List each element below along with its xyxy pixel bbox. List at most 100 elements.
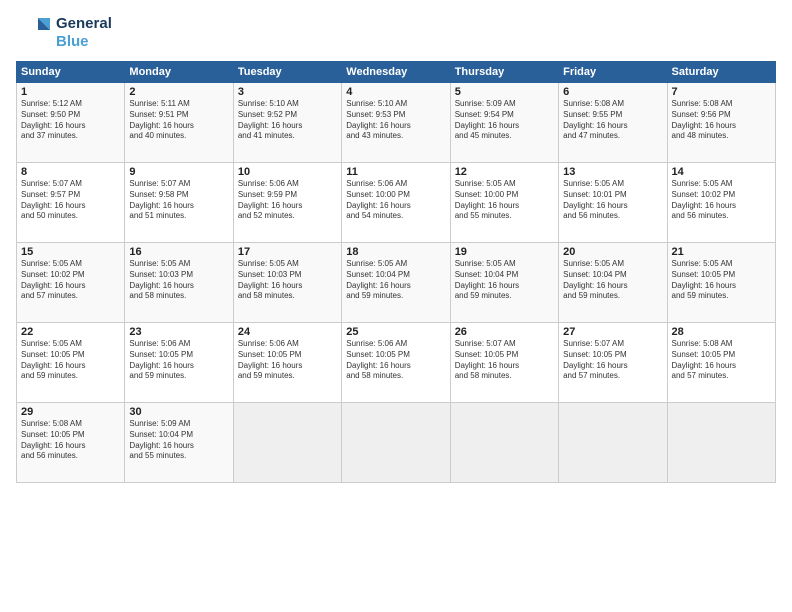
day-cell: 18Sunrise: 5:05 AM Sunset: 10:04 PM Dayl… [342, 243, 450, 323]
weekday-header-saturday: Saturday [667, 62, 775, 83]
day-cell: 28Sunrise: 5:08 AM Sunset: 10:05 PM Dayl… [667, 323, 775, 403]
day-number: 4 [346, 86, 445, 98]
day-info: Sunrise: 5:05 AM Sunset: 10:03 PM Daylig… [129, 259, 228, 302]
day-number: 29 [21, 406, 120, 418]
day-cell: 8Sunrise: 5:07 AM Sunset: 9:57 PM Daylig… [17, 163, 125, 243]
weekday-header-monday: Monday [125, 62, 233, 83]
day-cell: 20Sunrise: 5:05 AM Sunset: 10:04 PM Dayl… [559, 243, 667, 323]
day-cell: 12Sunrise: 5:05 AM Sunset: 10:00 PM Dayl… [450, 163, 558, 243]
header: General Blue [16, 12, 776, 53]
day-info: Sunrise: 5:10 AM Sunset: 9:53 PM Dayligh… [346, 99, 445, 142]
week-row-4: 22Sunrise: 5:05 AM Sunset: 10:05 PM Dayl… [17, 323, 776, 403]
week-row-2: 8Sunrise: 5:07 AM Sunset: 9:57 PM Daylig… [17, 163, 776, 243]
day-info: Sunrise: 5:05 AM Sunset: 10:05 PM Daylig… [672, 259, 771, 302]
weekday-header-wednesday: Wednesday [342, 62, 450, 83]
day-cell: 22Sunrise: 5:05 AM Sunset: 10:05 PM Dayl… [17, 323, 125, 403]
weekday-header-tuesday: Tuesday [233, 62, 341, 83]
day-info: Sunrise: 5:08 AM Sunset: 9:56 PM Dayligh… [672, 99, 771, 142]
day-number: 21 [672, 246, 771, 258]
day-info: Sunrise: 5:08 AM Sunset: 9:55 PM Dayligh… [563, 99, 662, 142]
weekday-header-sunday: Sunday [17, 62, 125, 83]
day-info: Sunrise: 5:05 AM Sunset: 10:03 PM Daylig… [238, 259, 337, 302]
day-cell [233, 403, 341, 483]
day-info: Sunrise: 5:08 AM Sunset: 10:05 PM Daylig… [672, 339, 771, 382]
day-info: Sunrise: 5:06 AM Sunset: 10:05 PM Daylig… [129, 339, 228, 382]
day-info: Sunrise: 5:05 AM Sunset: 10:04 PM Daylig… [455, 259, 554, 302]
day-number: 1 [21, 86, 120, 98]
day-cell: 7Sunrise: 5:08 AM Sunset: 9:56 PM Daylig… [667, 83, 775, 163]
weekday-header-thursday: Thursday [450, 62, 558, 83]
day-info: Sunrise: 5:09 AM Sunset: 10:04 PM Daylig… [129, 419, 228, 462]
day-number: 11 [346, 166, 445, 178]
day-cell: 10Sunrise: 5:06 AM Sunset: 9:59 PM Dayli… [233, 163, 341, 243]
day-number: 15 [21, 246, 120, 258]
day-number: 25 [346, 326, 445, 338]
week-row-3: 15Sunrise: 5:05 AM Sunset: 10:02 PM Dayl… [17, 243, 776, 323]
day-cell: 29Sunrise: 5:08 AM Sunset: 10:05 PM Dayl… [17, 403, 125, 483]
day-cell: 3Sunrise: 5:10 AM Sunset: 9:52 PM Daylig… [233, 83, 341, 163]
day-cell: 14Sunrise: 5:05 AM Sunset: 10:02 PM Dayl… [667, 163, 775, 243]
day-info: Sunrise: 5:07 AM Sunset: 9:58 PM Dayligh… [129, 179, 228, 222]
day-info: Sunrise: 5:07 AM Sunset: 9:57 PM Dayligh… [21, 179, 120, 222]
day-number: 14 [672, 166, 771, 178]
day-cell: 6Sunrise: 5:08 AM Sunset: 9:55 PM Daylig… [559, 83, 667, 163]
logo-name-top: General [56, 15, 112, 33]
day-number: 19 [455, 246, 554, 258]
day-info: Sunrise: 5:05 AM Sunset: 10:02 PM Daylig… [21, 259, 120, 302]
day-number: 3 [238, 86, 337, 98]
day-info: Sunrise: 5:12 AM Sunset: 9:50 PM Dayligh… [21, 99, 120, 142]
day-number: 8 [21, 166, 120, 178]
day-cell: 16Sunrise: 5:05 AM Sunset: 10:03 PM Dayl… [125, 243, 233, 323]
day-number: 27 [563, 326, 662, 338]
day-number: 18 [346, 246, 445, 258]
weekday-header-friday: Friday [559, 62, 667, 83]
day-info: Sunrise: 5:05 AM Sunset: 10:00 PM Daylig… [455, 179, 554, 222]
day-info: Sunrise: 5:10 AM Sunset: 9:52 PM Dayligh… [238, 99, 337, 142]
day-number: 5 [455, 86, 554, 98]
day-number: 30 [129, 406, 228, 418]
day-info: Sunrise: 5:05 AM Sunset: 10:04 PM Daylig… [346, 259, 445, 302]
day-number: 16 [129, 246, 228, 258]
day-info: Sunrise: 5:06 AM Sunset: 10:05 PM Daylig… [346, 339, 445, 382]
day-cell: 26Sunrise: 5:07 AM Sunset: 10:05 PM Dayl… [450, 323, 558, 403]
day-info: Sunrise: 5:05 AM Sunset: 10:04 PM Daylig… [563, 259, 662, 302]
day-number: 24 [238, 326, 337, 338]
day-info: Sunrise: 5:05 AM Sunset: 10:02 PM Daylig… [672, 179, 771, 222]
day-number: 26 [455, 326, 554, 338]
logo: General Blue [16, 12, 112, 53]
day-info: Sunrise: 5:06 AM Sunset: 9:59 PM Dayligh… [238, 179, 337, 222]
day-info: Sunrise: 5:09 AM Sunset: 9:54 PM Dayligh… [455, 99, 554, 142]
day-cell: 5Sunrise: 5:09 AM Sunset: 9:54 PM Daylig… [450, 83, 558, 163]
day-number: 13 [563, 166, 662, 178]
day-cell [342, 403, 450, 483]
day-info: Sunrise: 5:05 AM Sunset: 10:01 PM Daylig… [563, 179, 662, 222]
day-info: Sunrise: 5:11 AM Sunset: 9:51 PM Dayligh… [129, 99, 228, 142]
day-cell [559, 403, 667, 483]
weekday-header-row: SundayMondayTuesdayWednesdayThursdayFrid… [17, 62, 776, 83]
day-number: 6 [563, 86, 662, 98]
day-cell: 25Sunrise: 5:06 AM Sunset: 10:05 PM Dayl… [342, 323, 450, 403]
day-cell: 1Sunrise: 5:12 AM Sunset: 9:50 PM Daylig… [17, 83, 125, 163]
day-number: 12 [455, 166, 554, 178]
day-cell: 2Sunrise: 5:11 AM Sunset: 9:51 PM Daylig… [125, 83, 233, 163]
day-cell: 19Sunrise: 5:05 AM Sunset: 10:04 PM Dayl… [450, 243, 558, 323]
day-info: Sunrise: 5:07 AM Sunset: 10:05 PM Daylig… [455, 339, 554, 382]
day-cell: 11Sunrise: 5:06 AM Sunset: 10:00 PM Dayl… [342, 163, 450, 243]
week-row-5: 29Sunrise: 5:08 AM Sunset: 10:05 PM Dayl… [17, 403, 776, 483]
day-number: 20 [563, 246, 662, 258]
calendar-page: General Blue SundayMondayTuesdayWednesda… [0, 0, 792, 612]
day-cell: 21Sunrise: 5:05 AM Sunset: 10:05 PM Dayl… [667, 243, 775, 323]
week-row-1: 1Sunrise: 5:12 AM Sunset: 9:50 PM Daylig… [17, 83, 776, 163]
day-info: Sunrise: 5:08 AM Sunset: 10:05 PM Daylig… [21, 419, 120, 462]
day-info: Sunrise: 5:06 AM Sunset: 10:00 PM Daylig… [346, 179, 445, 222]
day-number: 28 [672, 326, 771, 338]
day-cell: 27Sunrise: 5:07 AM Sunset: 10:05 PM Dayl… [559, 323, 667, 403]
day-cell: 4Sunrise: 5:10 AM Sunset: 9:53 PM Daylig… [342, 83, 450, 163]
day-cell: 13Sunrise: 5:05 AM Sunset: 10:01 PM Dayl… [559, 163, 667, 243]
day-cell: 17Sunrise: 5:05 AM Sunset: 10:03 PM Dayl… [233, 243, 341, 323]
day-cell [450, 403, 558, 483]
day-number: 9 [129, 166, 228, 178]
day-info: Sunrise: 5:05 AM Sunset: 10:05 PM Daylig… [21, 339, 120, 382]
calendar-table: SundayMondayTuesdayWednesdayThursdayFrid… [16, 61, 776, 483]
day-number: 10 [238, 166, 337, 178]
